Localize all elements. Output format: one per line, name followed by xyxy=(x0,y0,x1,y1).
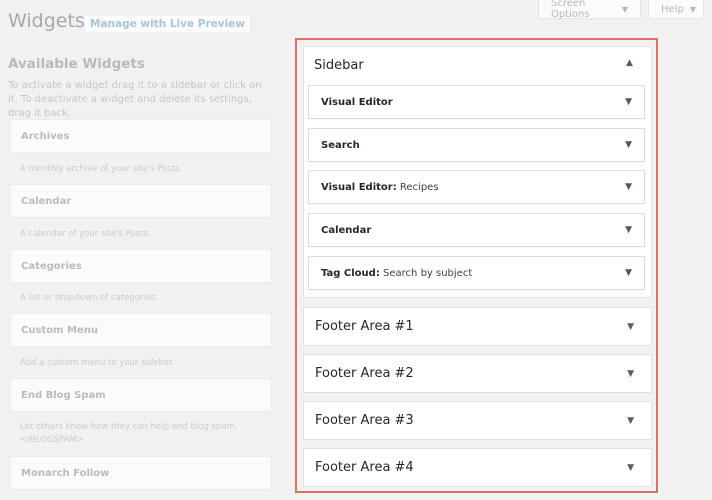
caret-down-icon[interactable]: ▼ xyxy=(625,225,632,235)
widget-name: Visual Editor: xyxy=(321,181,397,193)
widget-description: A monthly archive of your site's Posts. xyxy=(20,164,183,174)
footer-area-label: Footer Area #4 xyxy=(315,460,414,475)
widget-categories[interactable]: Categories xyxy=(10,249,272,283)
help-label: Help xyxy=(661,3,684,15)
manage-live-preview-button[interactable]: Manage with Live Preview xyxy=(84,15,252,33)
widget-monarch-follow[interactable]: Monarch Follow xyxy=(10,456,272,490)
caret-down-icon[interactable]: ▼ xyxy=(625,140,632,150)
help-tab[interactable]: Help ▼ xyxy=(648,0,704,19)
screen-options-tab[interactable]: Screen Options ▼ xyxy=(538,0,641,20)
footer-area-2[interactable]: Footer Area #2 ▼ xyxy=(303,354,652,393)
footer-area-label: Footer Area #1 xyxy=(315,319,414,334)
widget-name: End Blog Spam xyxy=(21,389,106,401)
widget-name: Custom Menu xyxy=(21,324,98,336)
caret-down-icon[interactable]: ▼ xyxy=(627,463,634,473)
widget-name: Categories xyxy=(21,260,82,272)
widget-custom-menu[interactable]: Custom Menu xyxy=(10,313,272,347)
available-widgets-description: To activate a widget drag it to a sideba… xyxy=(8,80,262,119)
caret-down-icon: ▼ xyxy=(621,4,628,14)
page-title: Widgets xyxy=(8,10,85,32)
footer-area-1[interactable]: Footer Area #1 ▼ xyxy=(303,307,652,346)
widget-subtitle: Recipes xyxy=(399,181,439,193)
sidebar-widget-visual-editor-recipes[interactable]: Visual Editor: Recipes ▼ xyxy=(308,170,645,204)
caret-down-icon[interactable]: ▼ xyxy=(625,182,632,192)
caret-down-icon[interactable]: ▼ xyxy=(627,322,634,332)
footer-area-4[interactable]: Footer Area #4 ▼ xyxy=(303,448,652,487)
caret-down-icon[interactable]: ▼ xyxy=(625,268,632,278)
widget-archives[interactable]: Archives xyxy=(10,119,272,153)
widget-name: Archives xyxy=(21,130,70,142)
footer-area-label: Footer Area #2 xyxy=(315,366,414,381)
widget-description: Let others know how they can help end bl… xyxy=(20,422,238,445)
sidebar-widget-search[interactable]: Search ▼ xyxy=(308,128,645,162)
widget-name: Search xyxy=(321,139,360,151)
widget-calendar[interactable]: Calendar xyxy=(10,184,272,218)
widget-name: Visual Editor xyxy=(321,96,393,108)
widget-end-blog-spam[interactable]: End Blog Spam xyxy=(10,378,272,412)
available-widgets-title: Available Widgets xyxy=(8,56,145,72)
sidebar-area-title[interactable]: Sidebar xyxy=(314,58,364,73)
widget-name: Tag Cloud: xyxy=(321,267,380,279)
widget-name: Monarch Follow xyxy=(21,467,110,479)
caret-down-icon[interactable]: ▼ xyxy=(627,369,634,379)
sidebar-widget-calendar[interactable]: Calendar ▼ xyxy=(308,213,645,247)
widget-name: Calendar xyxy=(321,224,372,236)
widget-description: A calendar of your site's Posts. xyxy=(20,229,151,239)
caret-up-icon[interactable]: ▲ xyxy=(626,58,633,68)
footer-area-3[interactable]: Footer Area #3 ▼ xyxy=(303,401,652,440)
caret-down-icon: ▼ xyxy=(689,4,696,14)
caret-down-icon[interactable]: ▼ xyxy=(625,97,632,107)
sidebar-widget-visual-editor[interactable]: Visual Editor ▼ xyxy=(308,85,645,119)
widget-name: Calendar xyxy=(21,195,72,207)
caret-down-icon[interactable]: ▼ xyxy=(627,416,634,426)
screen-options-label: Screen Options xyxy=(551,0,590,20)
sidebar-widget-tag-cloud[interactable]: Tag Cloud: Search by subject ▼ xyxy=(308,256,645,290)
widget-description: A list or dropdown of categories. xyxy=(20,293,159,303)
footer-area-label: Footer Area #3 xyxy=(315,413,414,428)
widget-description: Add a custom menu to your sidebar. xyxy=(20,358,175,368)
widget-subtitle: Search by subject xyxy=(383,267,473,279)
